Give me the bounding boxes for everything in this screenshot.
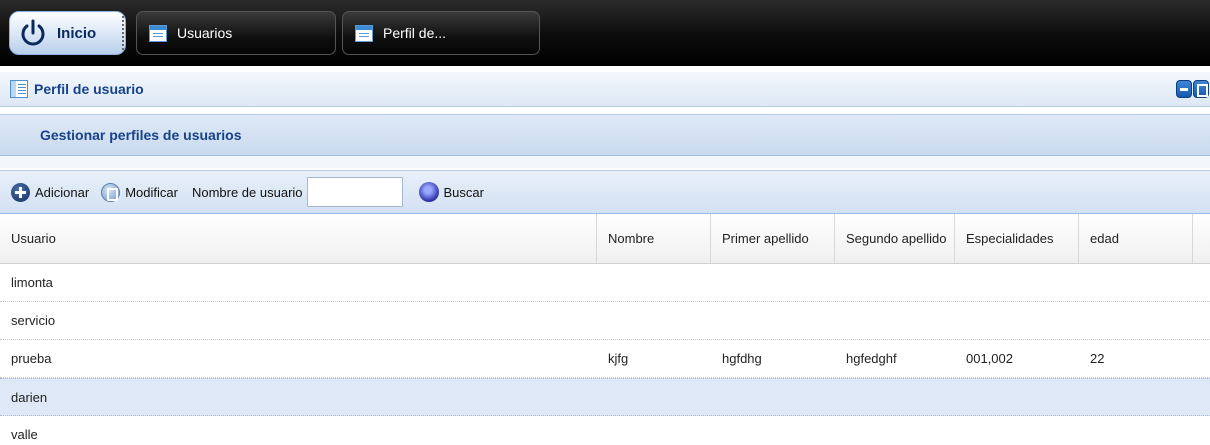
cell-segundo-apellido: hgfedghf — [846, 351, 897, 366]
search-label: Buscar — [443, 184, 484, 200]
cell-edad: 22 — [1090, 351, 1105, 366]
table-row-selected[interactable]: darien — [0, 378, 1210, 416]
cell-edad — [1079, 379, 1193, 415]
cell-primer-apellido — [711, 379, 835, 415]
cell-especialidades: 001,002 — [966, 351, 1013, 366]
cell-especialidades — [955, 416, 1079, 445]
cell-nombre — [597, 302, 711, 339]
username-search-input[interactable] — [306, 177, 403, 207]
section-header[interactable]: Gestionar perfiles de usuarios — [0, 114, 1210, 156]
cell-usuario: valle — [11, 427, 38, 442]
edit-icon — [101, 182, 121, 202]
users-grid: Usuario Nombre Primer apellido Segundo a… — [0, 214, 1210, 445]
cell-nombre: kjfg — [608, 351, 629, 366]
start-label: Inicio — [57, 24, 97, 42]
column-header-edad[interactable]: edad — [1079, 214, 1193, 263]
cell-especialidades — [955, 264, 1079, 301]
add-button[interactable]: Adicionar — [11, 182, 90, 202]
cell-especialidades — [955, 379, 1079, 415]
edit-button[interactable]: Modificar — [101, 182, 178, 202]
add-icon — [11, 182, 30, 202]
cell-usuario: prueba — [11, 351, 52, 366]
add-label: Adicionar — [35, 184, 90, 200]
window-icon — [355, 24, 373, 42]
task-label: Usuarios — [177, 25, 233, 41]
taskbar-separator — [122, 16, 124, 50]
power-icon — [17, 17, 49, 49]
cell-primer-apellido — [711, 416, 835, 445]
task-perfil-button[interactable]: Perfil de... — [342, 11, 540, 55]
cell-usuario: servicio — [11, 313, 56, 328]
cell-segundo-apellido — [835, 416, 955, 445]
cell-primer-apellido — [711, 264, 835, 301]
cell-segundo-apellido — [835, 302, 955, 339]
cell-usuario: limonta — [11, 275, 53, 290]
cell-segundo-apellido — [835, 379, 955, 415]
column-header-segundo-apellido[interactable]: Segundo apellido — [835, 214, 955, 263]
minimize-icon[interactable] — [1176, 80, 1192, 98]
start-button[interactable]: Inicio — [9, 11, 126, 55]
panel-title: Perfil de usuario — [34, 81, 144, 97]
panel-header: Perfil de usuario — [0, 72, 1210, 107]
column-header-usuario[interactable]: Usuario — [0, 214, 597, 263]
cell-especialidades — [955, 302, 1079, 339]
cell-segundo-apellido — [835, 264, 955, 301]
taskbar: Inicio Usuarios Perfil de... — [0, 0, 1210, 66]
column-header-primer-apellido[interactable]: Primer apellido — [711, 214, 835, 263]
cell-usuario: darien — [11, 389, 48, 405]
cell-primer-apellido: hgfdhg — [722, 351, 762, 366]
search-button[interactable]: Buscar — [418, 182, 484, 202]
window-icon — [149, 24, 167, 42]
toolbar: Adicionar Modificar Nombre de usuario Bu… — [0, 170, 1210, 214]
section-spacer — [0, 156, 1210, 168]
cell-edad — [1079, 302, 1193, 339]
cell-nombre — [597, 264, 711, 301]
column-header-filler — [1193, 214, 1210, 263]
table-row[interactable]: valle — [0, 416, 1210, 445]
cell-edad — [1079, 416, 1193, 445]
task-usuarios-button[interactable]: Usuarios — [136, 11, 336, 55]
cell-nombre — [597, 379, 711, 415]
cell-edad — [1079, 264, 1193, 301]
username-label: Nombre de usuario — [191, 184, 303, 200]
edit-label: Modificar — [125, 184, 178, 200]
profile-window-icon — [10, 80, 28, 98]
section-title: Gestionar perfiles de usuarios — [40, 127, 242, 143]
cell-primer-apellido — [711, 302, 835, 339]
cell-nombre — [597, 416, 711, 445]
maximize-icon[interactable] — [1193, 80, 1209, 98]
table-row[interactable]: limonta — [0, 264, 1210, 302]
table-row[interactable]: servicio — [0, 302, 1210, 340]
task-label: Perfil de... — [383, 25, 447, 41]
search-icon — [418, 182, 439, 202]
table-row[interactable]: prueba kjfg hgfdhg hgfedghf 001,002 22 — [0, 340, 1210, 378]
grid-header: Usuario Nombre Primer apellido Segundo a… — [0, 214, 1210, 264]
column-header-especialidades[interactable]: Especialidades — [955, 214, 1079, 263]
column-header-nombre[interactable]: Nombre — [597, 214, 711, 263]
